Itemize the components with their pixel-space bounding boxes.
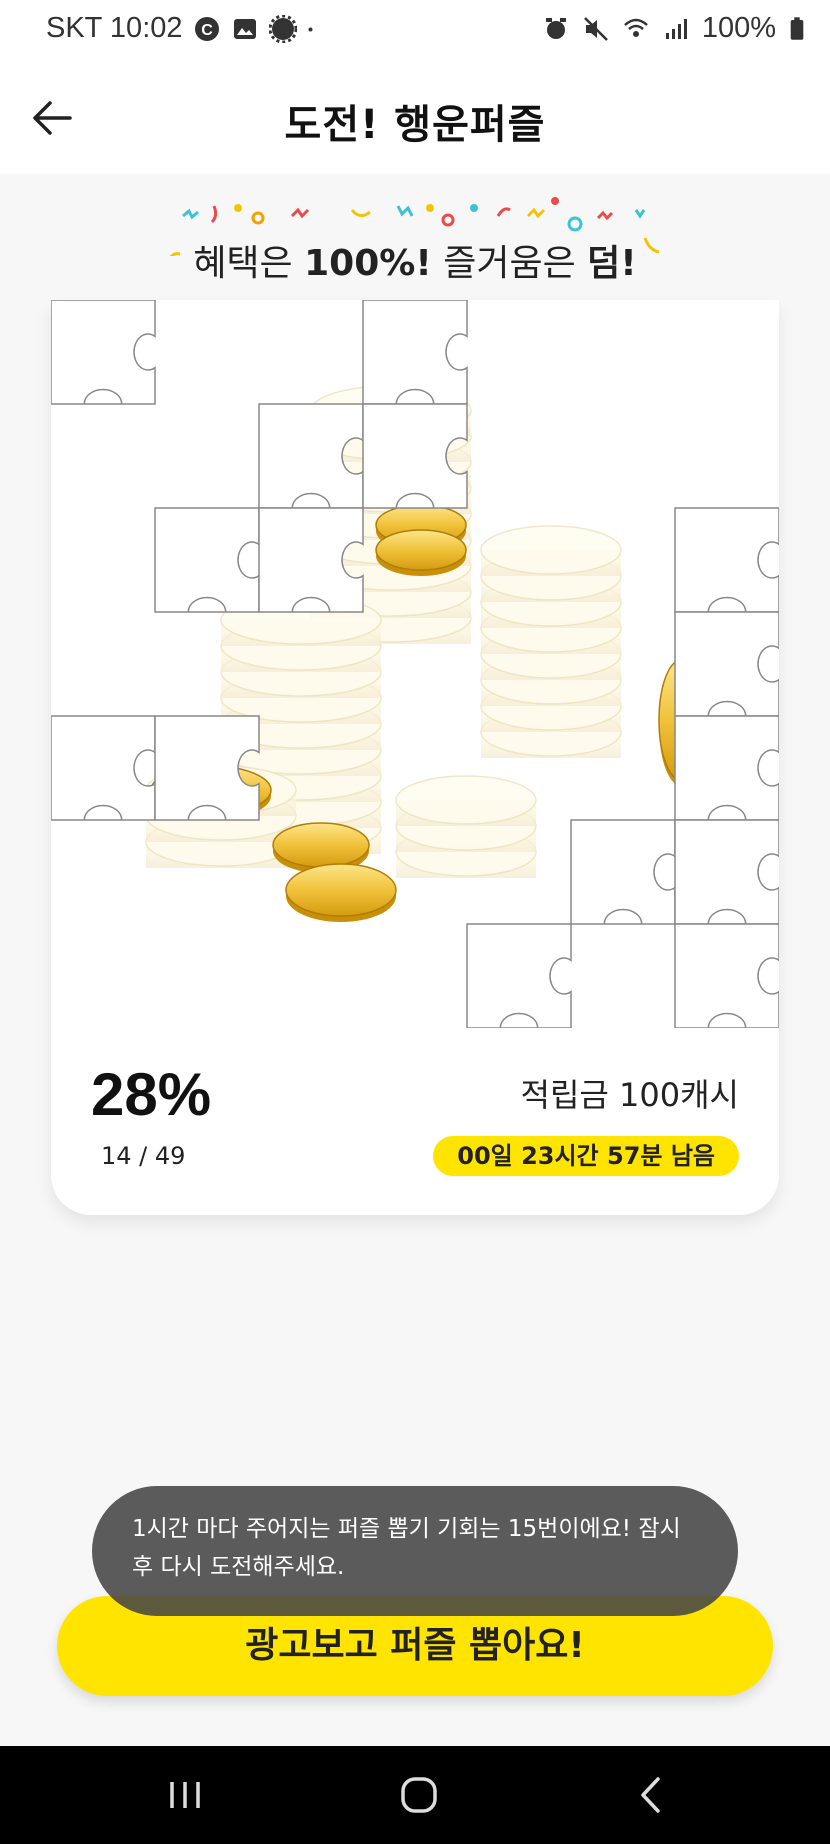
status-bar: SKT 10:02 C 100% — [0, 0, 830, 62]
time-left-badge: 00일 23시간 57분 남음 — [433, 1136, 739, 1176]
image-icon — [233, 18, 256, 39]
promo-text-4: 덤! — [587, 243, 637, 284]
alarm-icon — [545, 17, 566, 39]
page-title: 도전! 행운퍼즐 — [284, 102, 546, 148]
header: 도전! 행운퍼즐 — [0, 62, 830, 174]
promo-text-2: 100%! — [304, 243, 432, 284]
recent-apps-icon[interactable] — [160, 1770, 210, 1820]
home-icon[interactable] — [394, 1770, 444, 1820]
progress-percent: 28% — [91, 1061, 212, 1128]
progress-count: 14 / 49 — [101, 1142, 186, 1170]
puzzle-board[interactable] — [51, 300, 779, 1028]
promo-banner: 혜택은 100%! 즐거움은 덤! — [0, 196, 830, 286]
wifi-icon — [623, 18, 648, 37]
battery-icon — [790, 16, 804, 40]
promo-text-1: 혜택은 — [193, 243, 305, 284]
puzzle-card: 28% 14 / 49 적립금 100캐시 00일 23시간 57분 남음 — [51, 300, 779, 1215]
promo-text: 혜택은 100%! 즐거움은 덤! — [0, 234, 830, 286]
system-nav-bar — [0, 1746, 830, 1844]
dot-icon — [308, 27, 313, 31]
svg-text:C: C — [201, 22, 213, 39]
toast-message: 1시간 마다 주어지는 퍼즐 뽑기 기회는 15번이에요! 잠시 후 다시 도전… — [92, 1486, 738, 1616]
back-icon[interactable] — [626, 1770, 676, 1820]
c-icon: C — [194, 16, 219, 41]
carrier-time: SKT 10:02 — [46, 12, 183, 44]
promo-text-3: 즐거움은 — [431, 243, 588, 284]
reward-amount: 적립금 100캐시 — [520, 1076, 739, 1114]
mute-icon — [583, 16, 608, 41]
gear-badge-icon — [268, 14, 297, 43]
battery-percent: 100% — [701, 12, 776, 44]
puzzle-pieces — [51, 300, 779, 1028]
signal-icon — [665, 18, 687, 39]
